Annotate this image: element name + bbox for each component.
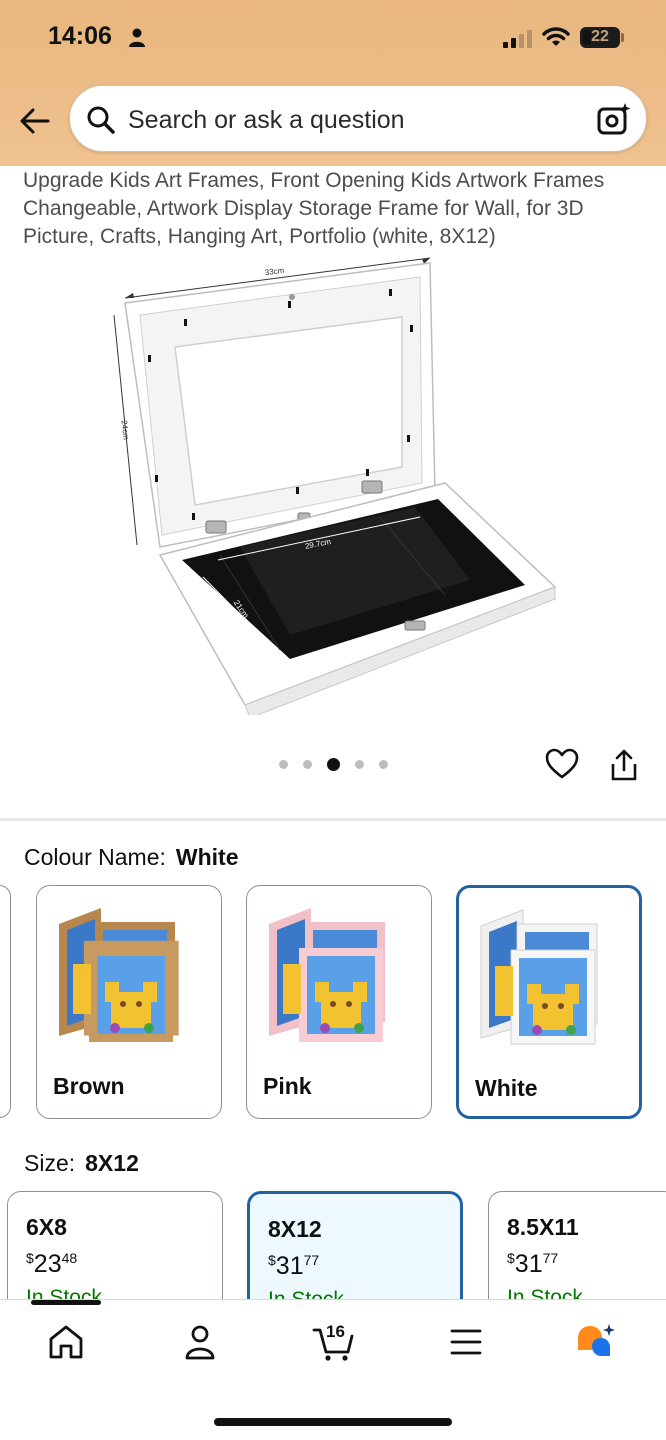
selected-colour: White <box>175 844 239 870</box>
app-header: 14:06 22 Search or ask a question <box>0 0 666 166</box>
colour-swatch-label: Brown <box>53 1073 125 1099</box>
heart-icon[interactable] <box>545 748 579 780</box>
battery-icon: 22 <box>580 27 620 48</box>
dimension-width-label: 33cm <box>264 266 285 277</box>
status-time: 14:06 <box>48 22 112 50</box>
rufus-assistant-icon[interactable] <box>576 1322 616 1362</box>
cart-count-badge: 16 <box>326 1322 345 1341</box>
search-icon <box>87 106 115 134</box>
battery-level: 22 <box>591 28 609 45</box>
carousel-dot[interactable] <box>355 760 364 769</box>
carousel-dot[interactable] <box>303 760 312 769</box>
home-icon[interactable] <box>46 1322 86 1362</box>
size-option-price: $3177 <box>507 1250 559 1278</box>
size-option-name: 8.5X11 <box>507 1214 579 1240</box>
product-title[interactable]: Upgrade Kids Art Frames, Front Opening K… <box>23 167 648 251</box>
account-icon[interactable] <box>180 1322 220 1362</box>
image-carousel-dots[interactable] <box>279 758 388 771</box>
size-option-price: $2348 <box>26 1250 78 1278</box>
search-input[interactable]: Search or ask a question <box>128 106 405 135</box>
carousel-dot[interactable] <box>379 760 388 769</box>
colour-swatch-pink[interactable]: Pink <box>246 885 432 1119</box>
colour-swatch-brown[interactable]: Brown <box>36 885 222 1119</box>
section-divider <box>0 818 666 821</box>
product-image[interactable]: 33cm 24cm 29.7cm 21cm <box>100 255 570 715</box>
size-label: Size: 8X12 <box>24 1150 139 1176</box>
cellular-signal-icon <box>503 30 532 48</box>
camera-search-icon[interactable] <box>596 101 632 137</box>
search-bar[interactable]: Search or ask a question <box>69 85 647 152</box>
menu-icon[interactable] <box>446 1322 486 1362</box>
share-icon[interactable] <box>609 748 639 782</box>
colour-swatch-white[interactable]: White <box>456 885 642 1119</box>
battery-cap <box>621 33 624 42</box>
size-option-name: 6X8 <box>26 1214 67 1240</box>
colour-swatch-label: Pink <box>263 1073 312 1099</box>
wifi-icon <box>542 27 570 46</box>
size-option-price: $3177 <box>268 1252 320 1280</box>
colour-swatch-label: White <box>475 1075 538 1101</box>
home-indicator <box>214 1418 452 1426</box>
carousel-dot[interactable] <box>279 760 288 769</box>
nav-active-indicator <box>31 1300 101 1305</box>
carousel-dot-active[interactable] <box>327 758 340 771</box>
person-icon <box>129 28 145 47</box>
back-arrow-icon[interactable] <box>18 104 52 138</box>
dimension-height-label: 24cm <box>120 420 131 441</box>
pink-frame-thumbnail <box>269 908 385 1042</box>
white-frame-thumbnail <box>480 909 598 1045</box>
colour-name-label: Colour Name: White <box>24 844 239 870</box>
size-option-name: 8X12 <box>268 1216 322 1242</box>
selected-size: 8X12 <box>85 1150 139 1176</box>
colour-swatch-partial[interactable] <box>0 885 11 1118</box>
brown-frame-thumbnail <box>59 908 179 1042</box>
